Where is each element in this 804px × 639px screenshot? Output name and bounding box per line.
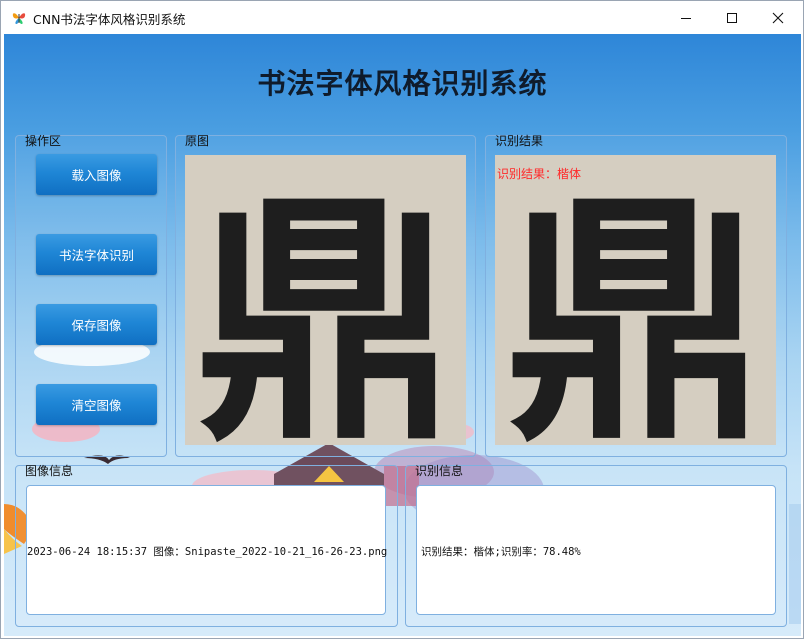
image-info-label: 图像信息 [25,464,74,478]
title-bar[interactable]: CNN书法字体风格识别系统 [1,1,803,34]
recognition-info-text: 识别结果：楷体;识别率：78.48% [421,546,581,558]
maximize-button[interactable] [709,1,755,34]
close-button[interactable] [755,1,801,34]
recognize-font-button[interactable]: 书法字体识别 [36,234,157,275]
image-info-textbox[interactable]: 2023-06-24 18:15:37 图像：Snipaste_2022-10-… [26,485,388,615]
result-image-label: 识别结果 [495,134,544,148]
app-window: CNN书法字体风格识别系统 书法字体风格识别系统 操作区 载入图像 书法字体识别… [0,0,804,639]
original-character: 鼎 [195,170,455,445]
page-title: 书法字体风格识别系统 [257,67,548,100]
clear-image-button[interactable]: 清空图像 [36,384,157,425]
result-image: 鼎 识别结果：楷体 [495,155,776,445]
original-image: 鼎 [185,155,466,445]
image-info-text: 2023-06-24 18:15:37 图像：Snipaste_2022-10-… [27,546,388,558]
result-character: 鼎 [505,170,765,445]
recognition-info-textbox[interactable]: 识别结果：楷体;识别率：78.48% [416,485,776,615]
result-image-panel: 识别结果 鼎 识别结果：楷体 [485,134,787,457]
result-overlay-text: 识别结果：楷体 [497,167,582,181]
recognition-info-panel: 识别信息 识别结果：楷体;识别率：78.48% [405,464,787,627]
original-image-label: 原图 [185,134,210,148]
maximize-icon [727,12,737,23]
minimize-button[interactable] [663,1,709,34]
image-info-panel: 图像信息 2023-06-24 18:15:37 图像：Snipaste_202… [15,464,398,627]
save-image-button[interactable]: 保存图像 [36,304,157,345]
window-title: CNN书法字体风格识别系统 [33,12,186,27]
load-image-button[interactable]: 载入图像 [36,154,157,195]
butterfly-icon [11,10,27,26]
recognition-info-label: 识别信息 [415,464,464,478]
operation-panel-label: 操作区 [25,134,62,148]
original-image-panel: 原图 鼎 [175,134,476,457]
close-icon [772,12,784,23]
client-area: 书法字体风格识别系统 操作区 载入图像 书法字体识别 保存图像 清空图像 原图 … [4,34,801,636]
operation-panel: 操作区 载入图像 书法字体识别 保存图像 清空图像 [15,134,167,457]
minimize-icon [681,17,691,19]
